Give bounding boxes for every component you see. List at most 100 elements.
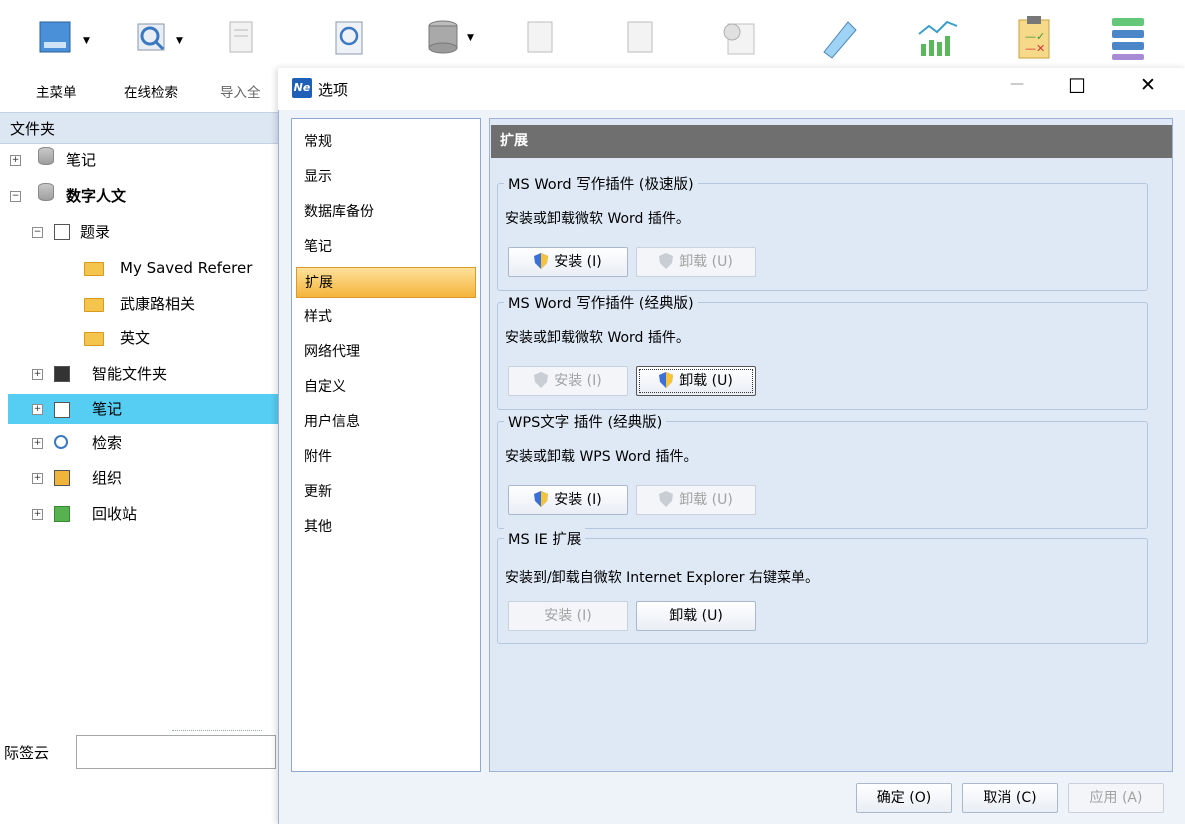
uninstall-button[interactable]: 卸载 (U) <box>636 247 756 277</box>
folder-panel <box>0 112 278 824</box>
install-button[interactable]: 安装 (I) <box>508 485 628 515</box>
group-title: MS IE 扩展 <box>504 528 586 549</box>
group-description: 安装或卸载 WPS Word 插件。 <box>505 449 698 465</box>
nav-item-extensions[interactable]: 扩展 <box>296 267 476 298</box>
ok-button[interactable]: 确定 (O) <box>856 783 952 813</box>
expand-icon[interactable]: + <box>32 509 43 520</box>
uac-shield-icon <box>659 253 674 269</box>
uac-shield-icon <box>534 253 549 269</box>
list-icon <box>54 224 70 240</box>
nav-item-updates[interactable]: 更新 <box>296 477 476 508</box>
install-label: 安装 (I) <box>554 254 602 270</box>
install-label: 安装 (I) <box>554 492 602 508</box>
tree-item-label: My Saved Referer <box>120 259 253 277</box>
nav-item-styles[interactable]: 样式 <box>296 302 476 333</box>
install-button[interactable]: 安装 (I) <box>508 601 628 631</box>
close-button[interactable]: ✕ <box>1140 74 1156 96</box>
online-search-button[interactable]: ▼ 在线检索 <box>122 14 202 101</box>
install-label: 安装 (I) <box>554 373 602 389</box>
mindmap-icon[interactable] <box>1108 16 1152 60</box>
tree-item-label: 题录 <box>80 223 111 241</box>
tag-cloud-label: 际签云 <box>4 744 50 762</box>
expand-icon[interactable]: + <box>10 155 21 166</box>
collapse-icon[interactable]: − <box>32 227 43 238</box>
tree-item-label: 笔记 <box>92 400 123 418</box>
uninstall-button[interactable]: 卸载 (U) <box>636 366 756 396</box>
online-search-label: 在线检索 <box>124 85 178 101</box>
folder-icon <box>84 262 104 276</box>
uac-shield-icon <box>659 491 674 507</box>
notes-icon <box>54 402 70 418</box>
maximize-button[interactable]: ☐ <box>1068 74 1086 98</box>
minimize-button[interactable]: — <box>1010 76 1024 92</box>
chevron-down-icon: ▼ <box>176 36 183 46</box>
folder-icon <box>84 298 104 312</box>
expand-icon[interactable]: + <box>32 404 43 415</box>
tree-item-label: 数字人文 <box>66 187 127 205</box>
uac-shield-icon <box>534 491 549 507</box>
analytics-chart-icon[interactable] <box>915 16 961 60</box>
collapse-icon[interactable]: − <box>10 191 21 202</box>
nav-item-proxy[interactable]: 网络代理 <box>296 337 476 368</box>
group-title: MS Word 写作插件 (极速版) <box>504 173 698 194</box>
svg-text:—✕: —✕ <box>1025 42 1045 55</box>
install-button[interactable]: 安装 (I) <box>508 247 628 277</box>
dialog-title: 选项 <box>318 81 349 99</box>
tag-cloud-input[interactable] <box>76 735 276 769</box>
document-icon[interactable] <box>522 20 562 56</box>
tree-item-label: 回收站 <box>92 505 138 523</box>
group-description: 安装或卸载微软 Word 插件。 <box>505 330 690 346</box>
tree-item-label: 组织 <box>92 469 123 487</box>
nav-item-attachments[interactable]: 附件 <box>296 442 476 473</box>
nav-item-customize[interactable]: 自定义 <box>296 372 476 403</box>
uninstall-button[interactable]: 卸载 (U) <box>636 601 756 631</box>
database-icon <box>38 147 54 165</box>
install-button[interactable]: 安装 (I) <box>508 366 628 396</box>
nav-item-general[interactable]: 常规 <box>296 127 476 158</box>
splitter-handle[interactable] <box>172 730 262 734</box>
nav-item-notes[interactable]: 笔记 <box>296 232 476 263</box>
tree-item-label: 武康路相关 <box>120 295 196 313</box>
app-logo-icon: Ne <box>292 78 312 98</box>
svg-text:▼: ▼ <box>467 33 474 43</box>
main-menu-label: 主菜单 <box>36 85 77 101</box>
tree-item-notes[interactable]: + 笔记 <box>8 394 278 424</box>
import-fulltext-label: 导入全 <box>220 85 261 101</box>
nav-item-database-backup[interactable]: 数据库备份 <box>296 197 476 228</box>
recycle-bin-icon <box>54 506 70 522</box>
expand-icon[interactable]: + <box>32 473 43 484</box>
tree-item-label: 智能文件夹 <box>92 365 168 383</box>
group-description: 安装到/卸载自微软 Internet Explorer 右键菜单。 <box>505 570 819 586</box>
uninstall-label: 卸载 (U) <box>679 492 733 508</box>
import-fulltext-button[interactable]: 导入全 <box>218 14 278 101</box>
folders-header-label: 文件夹 <box>10 120 56 138</box>
uac-shield-icon <box>659 372 674 388</box>
nav-item-other[interactable]: 其他 <box>296 512 476 543</box>
main-menu-icon <box>39 21 71 53</box>
folders-header: 文件夹 <box>0 112 278 144</box>
nav-item-user-info[interactable]: 用户信息 <box>296 407 476 438</box>
database-icon[interactable]: ▼ <box>425 18 477 58</box>
main-menu-button[interactable]: ▼ 主菜单 <box>30 14 90 101</box>
search-document-icon[interactable] <box>330 18 370 58</box>
group-title: MS Word 写作插件 (经典版) <box>504 292 698 313</box>
tag-icon[interactable] <box>818 16 862 60</box>
folder-icon <box>84 332 104 346</box>
expand-icon[interactable]: + <box>32 369 43 380</box>
group-ie: MS IE 扩展 安装到/卸载自微软 Internet Explorer 右键菜… <box>497 528 1148 644</box>
online-search-icon <box>137 23 165 51</box>
nav-item-display[interactable]: 显示 <box>296 162 476 193</box>
apply-button[interactable]: 应用 (A) <box>1068 783 1164 813</box>
group-description: 安装或卸载微软 Word 插件。 <box>505 211 690 227</box>
expand-icon[interactable]: + <box>32 438 43 449</box>
cancel-button[interactable]: 取消 (C) <box>962 783 1058 813</box>
word-icon[interactable] <box>718 18 762 58</box>
checklist-icon[interactable]: —✓ —✕ <box>1015 14 1055 60</box>
group-word-classic: MS Word 写作插件 (经典版) 安装或卸载微软 Word 插件。 安装 (… <box>497 292 1148 410</box>
group-word-fast: MS Word 写作插件 (极速版) 安装或卸载微软 Word 插件。 安装 (… <box>497 173 1148 291</box>
export-icon[interactable] <box>622 20 662 56</box>
section-title: 扩展 <box>491 125 1172 158</box>
dialog-titlebar: Ne 选项 — ☐ ✕ <box>278 68 1185 110</box>
uninstall-button[interactable]: 卸载 (U) <box>636 485 756 515</box>
tree-item-label: 检索 <box>92 434 123 452</box>
